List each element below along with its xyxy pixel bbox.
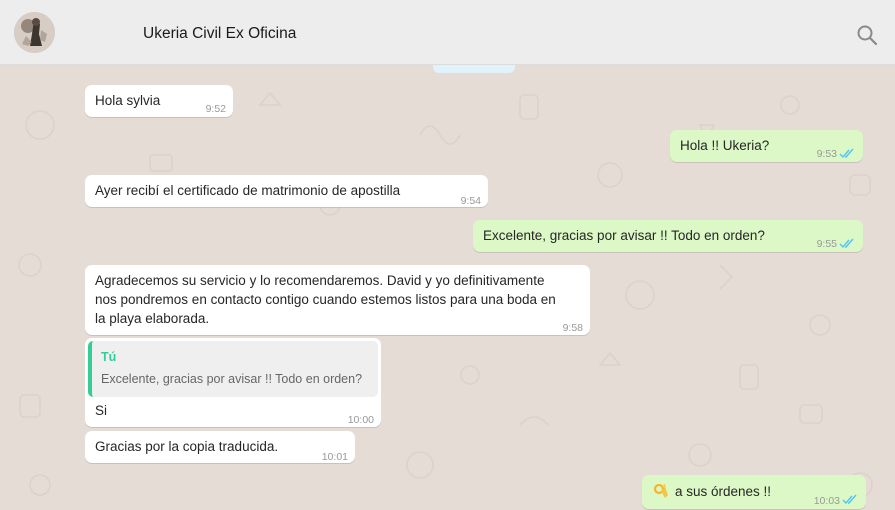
message-content: a sus órdenes !! [652, 482, 771, 502]
chat-panel[interactable]: Hola sylvia 9:52 Hola !! Ukeria? 9:53 Ay… [0, 65, 895, 510]
message-incoming-reply[interactable]: Tú Excelente, gracias por avisar !! Todo… [85, 338, 381, 427]
message-time: 9:53 [816, 148, 837, 160]
message-text: Hola sylvia [95, 93, 161, 108]
contact-name[interactable]: Ukeria Civil Ex Oficina [143, 25, 296, 43]
message-line: Agradecemos su servicio y lo recomendare… [95, 273, 545, 288]
message-text: a sus órdenes !! [675, 484, 772, 499]
message-time: 10:03 [813, 495, 840, 507]
message-outgoing[interactable]: Hola !! Ukeria? 9:53 [670, 130, 863, 162]
message-line: nos pondremos en contacto contigo cuando… [95, 292, 556, 307]
search-icon[interactable] [856, 24, 878, 46]
message-time: 9:52 [205, 103, 226, 115]
message-text: Excelente, gracias por avisar !! Todo en… [483, 228, 765, 243]
message-incoming[interactable]: Ayer recibí el certificado de matrimonio… [85, 175, 488, 207]
message-text: Gracias por la copia traducida. [95, 439, 279, 454]
message-incoming[interactable]: Hola sylvia 9:52 [85, 85, 233, 117]
date-chip [433, 65, 515, 73]
message-outgoing[interactable]: a sus órdenes !! 10:03 [642, 475, 866, 509]
message-incoming[interactable]: Gracias por la copia traducida. 10:01 [85, 431, 355, 463]
read-ticks-icon [842, 494, 857, 505]
avatar[interactable] [14, 12, 55, 53]
chat-header: Ukeria Civil Ex Oficina [0, 0, 895, 65]
read-ticks-icon [839, 238, 854, 249]
message-line: la playa elaborada. [95, 311, 210, 326]
quote-author: Tú [101, 350, 117, 364]
message-time: 9:58 [562, 322, 583, 334]
ok-hand-emoji-icon [653, 483, 668, 498]
message-time: 10:00 [347, 414, 374, 426]
message-outgoing[interactable]: Excelente, gracias por avisar !! Todo en… [473, 220, 863, 252]
message-text: Ayer recibí el certificado de matrimonio… [95, 183, 401, 198]
message-text: Si [95, 403, 108, 418]
message-time: 9:54 [460, 195, 481, 207]
message-incoming[interactable]: Agradecemos su servicio y lo recomendare… [85, 265, 590, 335]
read-ticks-icon [839, 148, 854, 159]
message-time: 10:01 [321, 451, 348, 463]
quote-text: Excelente, gracias por avisar !! Todo en… [101, 372, 363, 386]
quoted-message[interactable]: Tú Excelente, gracias por avisar !! Todo… [88, 341, 378, 397]
message-text: Hola !! Ukeria? [680, 138, 770, 153]
message-time: 9:55 [816, 238, 837, 250]
